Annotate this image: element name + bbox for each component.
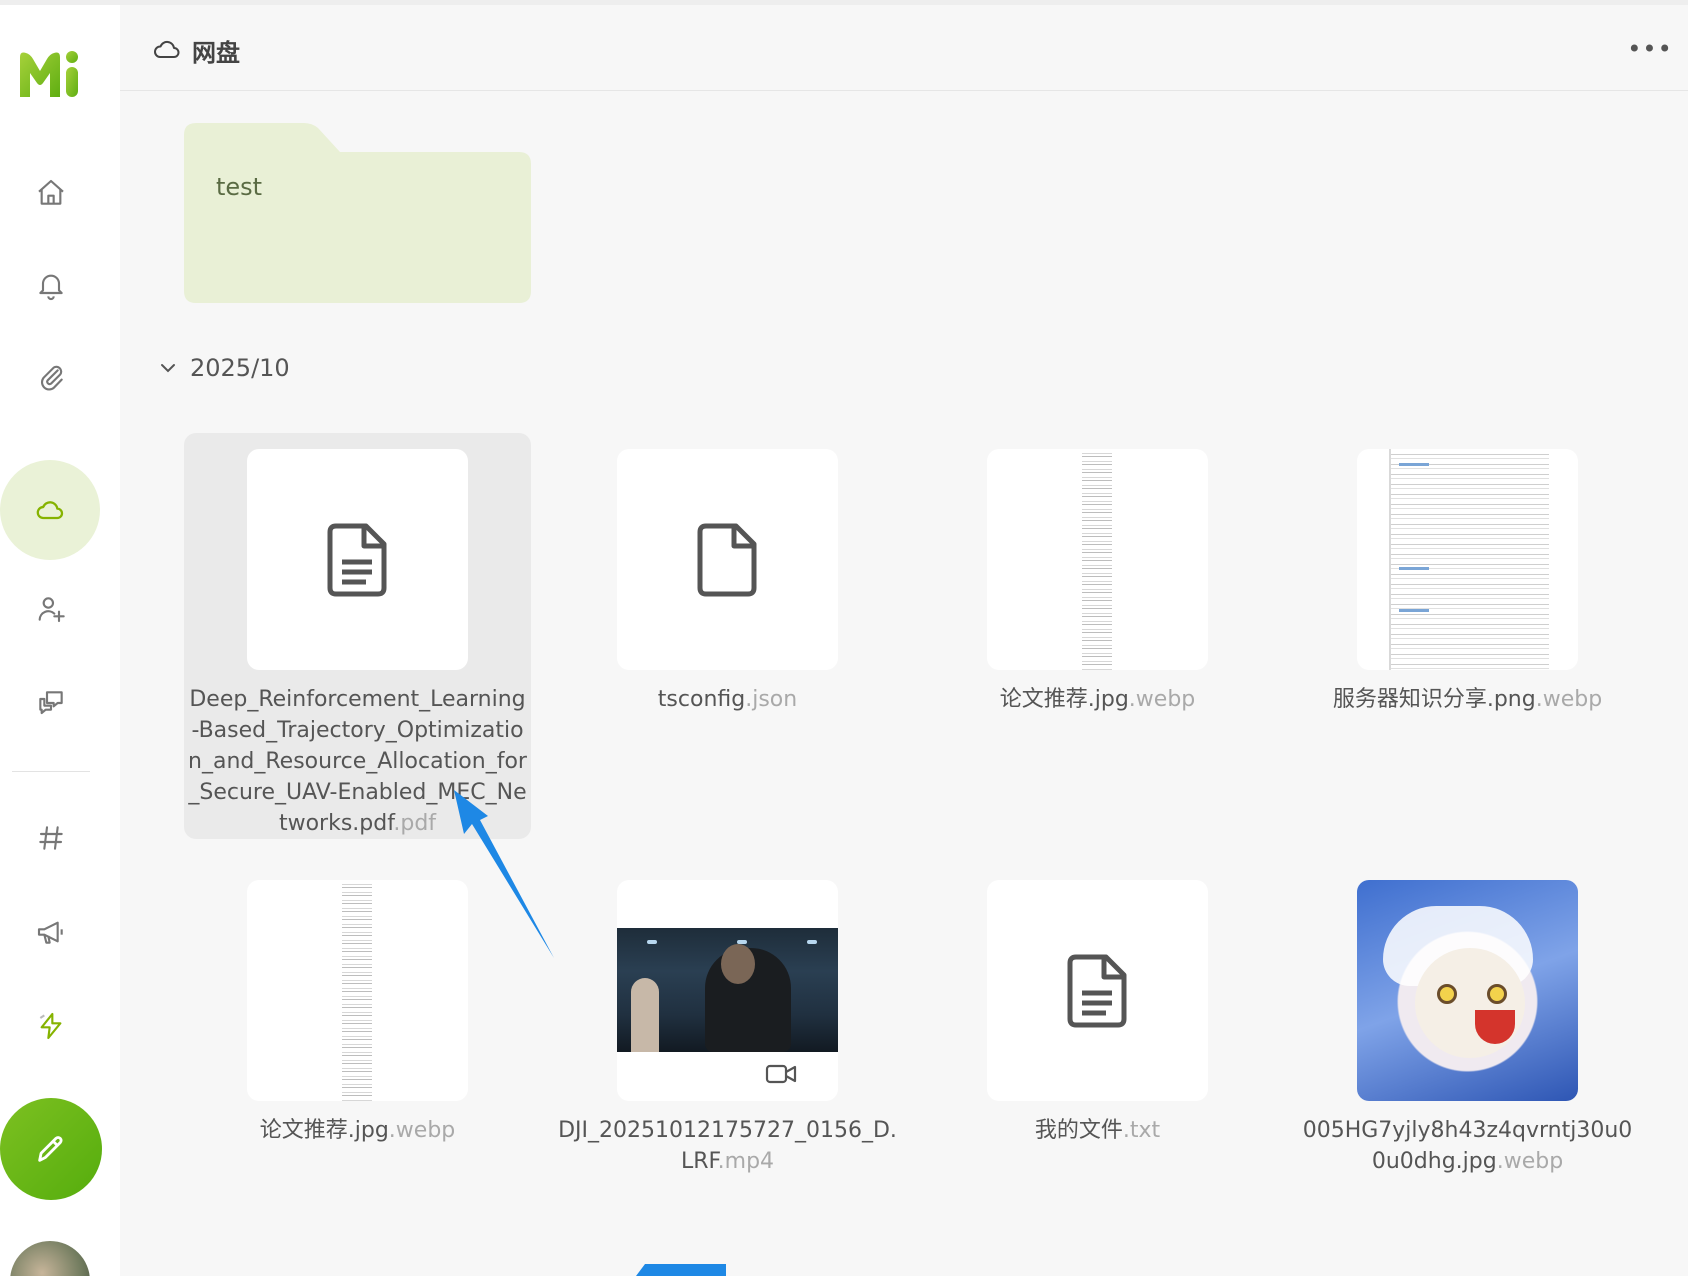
file-name: DJI_20251012175727_0156_D.LRF.mp4 xyxy=(558,1118,897,1174)
image-preview xyxy=(342,880,372,1101)
sidebar-item-follow-requests[interactable] xyxy=(20,578,82,640)
user-plus-icon xyxy=(38,597,65,623)
cloud-icon xyxy=(154,40,180,58)
file-item[interactable]: 论文推荐.jpg.webp xyxy=(924,433,1271,733)
file-item[interactable]: 005HG7yjly8h43z4qvrntj30u00u0dhg.jpg.web… xyxy=(1294,864,1641,1174)
sidebar-item-attachments[interactable] xyxy=(20,346,82,408)
sidebar-item-notifications[interactable] xyxy=(20,254,82,316)
file-item[interactable]: 论文推荐.jpg.webp xyxy=(184,864,531,1164)
file-name: 我的文件.txt xyxy=(1034,1118,1161,1143)
document-icon xyxy=(327,523,386,596)
compose-button[interactable] xyxy=(0,1098,102,1200)
sidebar-item-drive[interactable] xyxy=(0,460,100,560)
file-item[interactable]: tsconfig.json xyxy=(554,433,901,733)
sidebar-divider xyxy=(12,771,90,772)
chat-icon xyxy=(39,691,63,715)
more-options-button[interactable]: ••• xyxy=(1627,35,1671,63)
avatar[interactable] xyxy=(10,1241,90,1276)
date-group-label: 2025/10 xyxy=(190,354,290,382)
file-name: 服务器知识分享.png.webp xyxy=(1332,687,1603,712)
sidebar-item-home[interactable] xyxy=(20,162,82,224)
folder-shape xyxy=(184,123,531,303)
file-thumbnail xyxy=(1357,880,1578,1101)
file-name: Deep_Reinforcement_Learning-Based_Trajec… xyxy=(188,687,527,836)
file-thumbnail xyxy=(617,449,838,670)
document-icon xyxy=(1067,954,1126,1027)
video-camera-icon xyxy=(765,1064,797,1084)
file-thumbnail xyxy=(247,880,468,1101)
pencil-icon xyxy=(38,1136,63,1162)
file-thumbnail xyxy=(617,880,838,1101)
page-header: 网盘 ••• xyxy=(120,5,1688,91)
file-name: 论文推荐.jpg.webp xyxy=(259,1118,456,1143)
sidebar-item-lightning[interactable] xyxy=(20,995,82,1057)
file-thumbnail xyxy=(247,449,468,670)
image-preview xyxy=(1389,449,1549,670)
date-group-toggle[interactable]: 2025/10 xyxy=(156,352,290,384)
file-thumbnail xyxy=(987,880,1208,1101)
file-thumbnail xyxy=(1357,449,1578,670)
sidebar xyxy=(0,5,120,1276)
video-preview xyxy=(617,928,838,1052)
cloud-icon xyxy=(36,501,64,520)
image-preview xyxy=(1357,880,1578,1101)
file-item[interactable]: 服务器知识分享.png.webp xyxy=(1294,433,1641,733)
file-item[interactable]: DJI_20251012175727_0156_D.LRF.mp4 xyxy=(554,864,901,1174)
home-icon xyxy=(38,179,64,205)
image-preview xyxy=(1082,449,1112,670)
file-thumbnail xyxy=(987,449,1208,670)
file-item[interactable]: Deep_Reinforcement_Learning-Based_Trajec… xyxy=(184,433,531,839)
bottom-edge-shape xyxy=(636,1264,726,1276)
file-name: 论文推荐.jpg.webp xyxy=(999,687,1196,712)
file-name: 005HG7yjly8h43z4qvrntj30u00u0dhg.jpg.web… xyxy=(1302,1118,1633,1174)
file-item[interactable]: 我的文件.txt xyxy=(924,864,1271,1164)
paperclip-icon xyxy=(41,365,63,391)
page-title: 网盘 xyxy=(192,39,240,67)
folder-name: test xyxy=(216,173,263,201)
megaphone-icon xyxy=(37,921,63,944)
chevron-down-icon xyxy=(161,364,175,373)
file-icon xyxy=(697,523,756,596)
hash-icon xyxy=(39,826,63,850)
brand-logo[interactable] xyxy=(16,47,84,103)
sidebar-item-chats[interactable] xyxy=(20,672,82,734)
sidebar-item-announcements[interactable] xyxy=(20,901,82,963)
bell-icon xyxy=(39,274,63,300)
file-name: tsconfig.json xyxy=(657,687,798,712)
bolt-icon xyxy=(39,1012,62,1040)
folder-item[interactable]: test xyxy=(184,123,531,303)
sidebar-item-hashtags[interactable] xyxy=(20,807,82,869)
